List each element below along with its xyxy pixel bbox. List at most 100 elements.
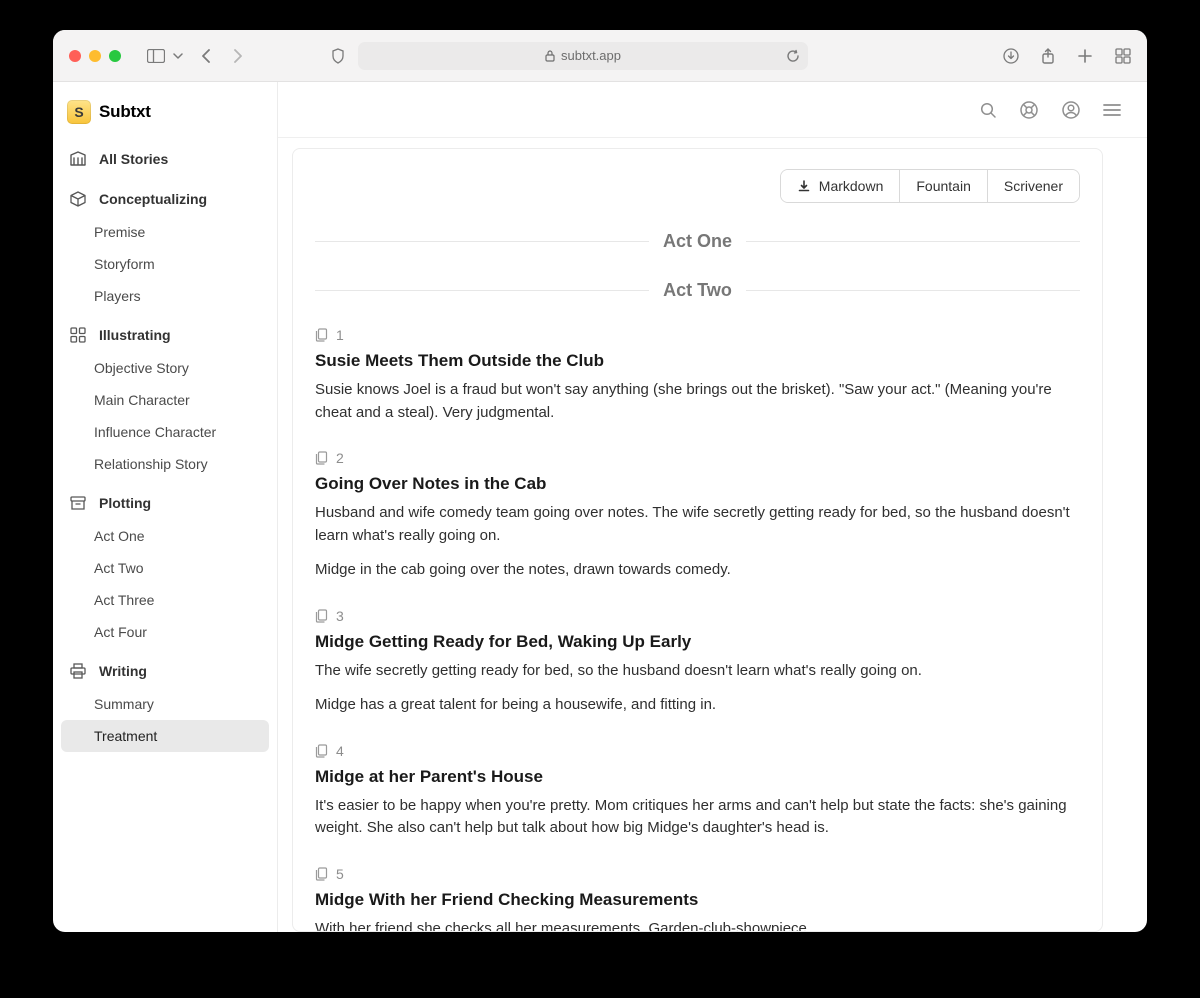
sidebar-section-conceptualizing[interactable]: Conceptualizing — [61, 182, 269, 216]
brand-logo-icon: S — [67, 100, 91, 124]
scene-meta: 3 — [315, 608, 1080, 624]
sidebar-label: Plotting — [99, 495, 151, 511]
cube-icon — [69, 190, 87, 208]
sidebar-label: Conceptualizing — [99, 191, 207, 207]
sidebar-sub-item[interactable]: Players — [61, 280, 269, 312]
scene-number: 1 — [336, 327, 344, 343]
app-sidebar: S Subtxt All Stories Conceptualizing Pre… — [53, 82, 278, 932]
sidebar-sub-item[interactable]: Treatment — [61, 720, 269, 752]
privacy-shield-icon[interactable] — [330, 48, 346, 64]
sidebar-sub-label: Relationship Story — [94, 456, 208, 472]
sidebar-sub-label: Act Four — [94, 624, 147, 640]
address-text: subtxt.app — [561, 48, 621, 63]
export-scrivener-button[interactable]: Scrivener — [987, 170, 1079, 202]
scene-meta: 2 — [315, 450, 1080, 466]
sidebar-sub-item[interactable]: Relationship Story — [61, 448, 269, 480]
scene-title: Going Over Notes in the Cab — [315, 474, 1080, 494]
archive-icon — [69, 494, 87, 512]
new-tab-icon[interactable] — [1077, 48, 1093, 64]
button-label: Markdown — [819, 178, 884, 194]
sidebar-sub-item[interactable]: Act Three — [61, 584, 269, 616]
export-fountain-button[interactable]: Fountain — [899, 170, 986, 202]
sidebar-sub-item[interactable]: Premise — [61, 216, 269, 248]
sidebar-label: Writing — [99, 663, 147, 679]
sidebar-sub-label: Act One — [94, 528, 145, 544]
act-label: Act One — [663, 231, 732, 252]
address-bar[interactable]: subtxt.app — [358, 42, 808, 70]
nav-back-button[interactable] — [201, 49, 213, 63]
sidebar-sub-label: Act Three — [94, 592, 154, 608]
copy-icon[interactable] — [315, 867, 328, 881]
sidebar-toggle-icon[interactable] — [147, 49, 165, 63]
divider-line — [315, 290, 649, 291]
scene: 1Susie Meets Them Outside the ClubSusie … — [315, 327, 1080, 424]
button-label: Fountain — [916, 178, 970, 194]
minimize-window-button[interactable] — [89, 50, 101, 62]
scene-paragraph: It's easier to be happy when you're pret… — [315, 795, 1080, 840]
close-window-button[interactable] — [69, 50, 81, 62]
scene-body: Husband and wife comedy team going over … — [315, 502, 1080, 582]
sidebar-item-all-stories[interactable]: All Stories — [61, 142, 269, 176]
act-divider: Act Two — [315, 280, 1080, 301]
act-label: Act Two — [663, 280, 732, 301]
sidebar-section-illustrating[interactable]: Illustrating — [61, 318, 269, 352]
nav-forward-button[interactable] — [231, 49, 243, 63]
scene-number: 5 — [336, 866, 344, 882]
brand[interactable]: S Subtxt — [61, 96, 269, 136]
download-icon — [797, 179, 811, 193]
sidebar-sub-label: Act Two — [94, 560, 144, 576]
divider-line — [315, 241, 649, 242]
downloads-icon[interactable] — [1003, 48, 1019, 64]
tab-overview-icon[interactable] — [1115, 48, 1131, 64]
scene-number: 2 — [336, 450, 344, 466]
divider-line — [746, 290, 1080, 291]
printer-icon — [69, 662, 87, 680]
copy-icon[interactable] — [315, 744, 328, 758]
sidebar-sub-item[interactable]: Summary — [61, 688, 269, 720]
app-topbar — [278, 82, 1147, 138]
copy-icon[interactable] — [315, 609, 328, 623]
sidebar-sub-item[interactable]: Main Character — [61, 384, 269, 416]
document-card: Markdown Fountain Scrivener Act One Act T… — [292, 148, 1103, 932]
scene-body: The wife secretly getting ready for bed,… — [315, 660, 1080, 717]
sidebar-sub-label: Summary — [94, 696, 154, 712]
sidebar-section-plotting[interactable]: Plotting — [61, 486, 269, 520]
chevron-down-icon[interactable] — [173, 51, 183, 61]
scene-title: Midge With her Friend Checking Measureme… — [315, 890, 1080, 910]
scene-number: 3 — [336, 608, 344, 624]
address-bar-wrap: subtxt.app — [321, 42, 845, 70]
brand-name: Subtxt — [99, 102, 151, 122]
copy-icon[interactable] — [315, 328, 328, 342]
sidebar-sub-label: Influence Character — [94, 424, 216, 440]
copy-icon[interactable] — [315, 451, 328, 465]
browser-window: subtxt.app S S — [53, 30, 1147, 932]
export-markdown-button[interactable]: Markdown — [781, 170, 900, 202]
sidebar-sub-item[interactable]: Act Four — [61, 616, 269, 648]
scene-paragraph: The wife secretly getting ready for bed,… — [315, 660, 1080, 683]
sidebar-sub-item[interactable]: Act One — [61, 520, 269, 552]
search-icon[interactable] — [979, 101, 997, 119]
scene-body: With her friend she checks all her measu… — [315, 918, 1080, 933]
scene-paragraph: Midge has a great talent for being a hou… — [315, 694, 1080, 717]
sidebar-sub-label: Objective Story — [94, 360, 189, 376]
sidebar-sub-item[interactable]: Storyform — [61, 248, 269, 280]
fullscreen-window-button[interactable] — [109, 50, 121, 62]
menu-icon[interactable] — [1103, 103, 1121, 117]
sidebar-sub-item[interactable]: Act Two — [61, 552, 269, 584]
sidebar-sub-item[interactable]: Influence Character — [61, 416, 269, 448]
help-icon[interactable] — [1019, 100, 1039, 120]
scene-body: Susie knows Joel is a fraud but won't sa… — [315, 379, 1080, 424]
reload-icon[interactable] — [786, 49, 800, 63]
sidebar-sub-label: Treatment — [94, 728, 157, 744]
sidebar-sub-label: Main Character — [94, 392, 190, 408]
sidebar-label: Illustrating — [99, 327, 171, 343]
scene-number: 4 — [336, 743, 344, 759]
export-segmented-control: Markdown Fountain Scrivener — [780, 169, 1080, 203]
scene-paragraph: Susie knows Joel is a fraud but won't sa… — [315, 379, 1080, 424]
account-icon[interactable] — [1061, 100, 1081, 120]
sidebar-section-writing[interactable]: Writing — [61, 654, 269, 688]
scene: 2 Going Over Notes in the Cab Husband and … — [315, 450, 1080, 582]
traffic-lights — [69, 50, 121, 62]
sidebar-sub-item[interactable]: Objective Story — [61, 352, 269, 384]
share-icon[interactable] — [1041, 48, 1055, 64]
